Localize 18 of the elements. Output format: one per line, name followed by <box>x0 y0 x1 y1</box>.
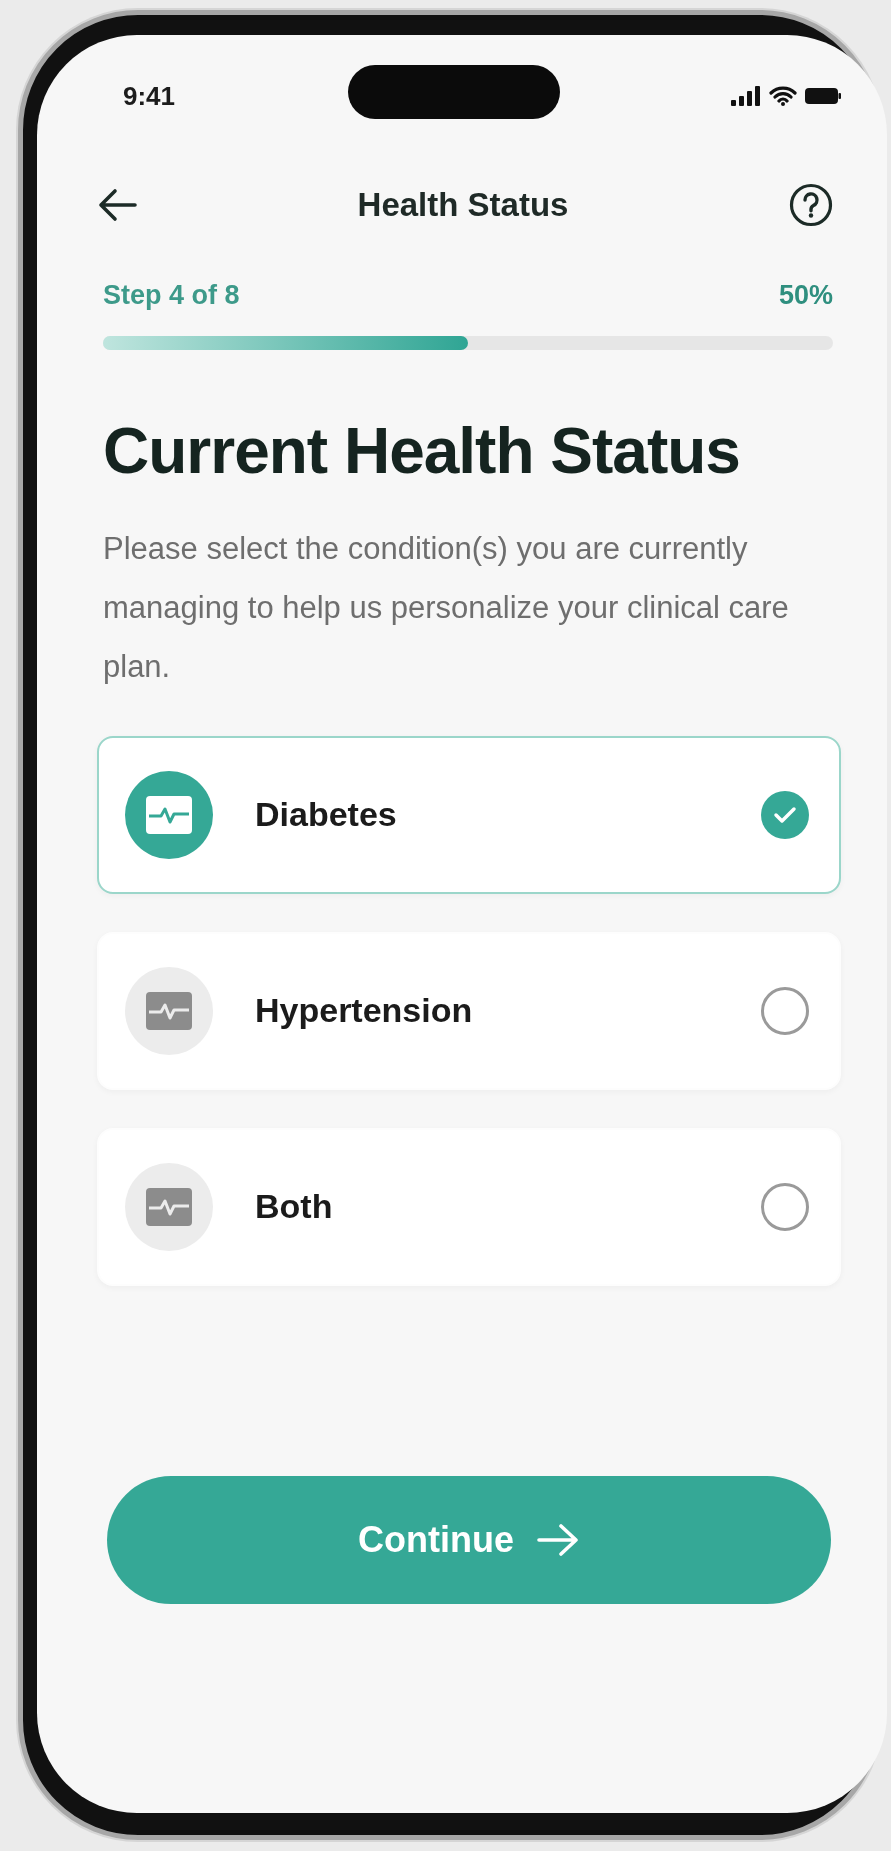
condition-option[interactable]: Diabetes <box>97 735 841 894</box>
description-text: Please select the condition(s) you are currently managing to help us personalize your clinical care plan. <box>103 529 790 686</box>
back-arrow-icon[interactable] <box>97 188 137 222</box>
arrow-right-icon <box>536 1521 580 1558</box>
wifi-icon <box>769 86 797 106</box>
page-heading: Current Health Status <box>103 413 741 489</box>
radio-icon[interactable] <box>761 1182 809 1231</box>
signal-icon <box>731 86 761 106</box>
battery-icon <box>805 88 841 104</box>
checked-radio-icon[interactable] <box>761 790 809 839</box>
condition-option[interactable]: Hypertension <box>97 931 841 1090</box>
status-time: 9:41 <box>123 83 176 109</box>
progress-percent: 50% <box>778 279 833 312</box>
condition-option[interactable]: Both <box>97 1127 841 1286</box>
screen-title: Health Status <box>357 185 569 226</box>
radio-icon[interactable] <box>761 986 809 1035</box>
step-label: Step 4 of 8 <box>103 279 240 312</box>
help-icon[interactable] <box>789 183 833 227</box>
